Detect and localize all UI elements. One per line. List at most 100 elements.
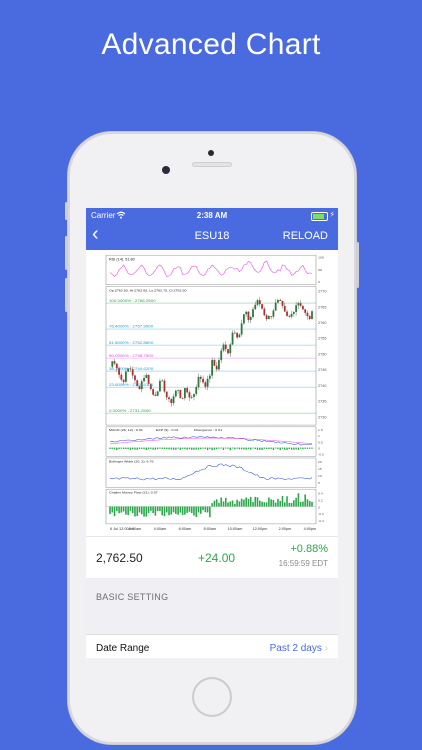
cmf-bar-78 [286, 496, 288, 507]
date-range-row[interactable]: Date Range Past 2 days › [86, 634, 338, 658]
macd-bar-32 [181, 447, 184, 449]
cmf-bar-69 [265, 502, 268, 507]
cmf-bar-34 [186, 506, 188, 513]
cmf-bar-89 [311, 501, 313, 507]
macd-bar-41 [202, 447, 204, 449]
macd-bar-24 [163, 447, 166, 450]
cmf-bar-18 [150, 506, 152, 511]
macd-bar-43 [206, 447, 209, 451]
candle-body-86 [304, 309, 307, 313]
cmf-bar-28 [172, 506, 175, 513]
cmf-bar-54 [231, 500, 234, 507]
rsi-tick-1: 50 [318, 268, 322, 272]
candle-body-25 [165, 391, 168, 398]
settings-section: BASIC SETTING [86, 578, 338, 634]
cmf-bar-80 [290, 503, 293, 507]
battery-icon [311, 212, 328, 221]
candle-body-45 [211, 359, 214, 376]
cmf-bar-32 [181, 506, 184, 515]
macd-bar-7 [125, 447, 127, 450]
cmf-bar-73 [274, 502, 277, 507]
fib-label-4: 38.2000% : 2744.6200 [109, 366, 154, 371]
headline: Advanced Chart [101, 28, 321, 61]
cmf-bar-74 [277, 498, 279, 507]
macd-bar-34 [186, 447, 188, 450]
candle-body-16 [145, 375, 148, 378]
candle-body-7 [124, 371, 127, 382]
macd-tick-0: 1.5 [318, 428, 323, 432]
candle-body-5 [120, 374, 123, 380]
fib-label-3: 50.0000% : 2748.7500 [109, 353, 154, 358]
cmf-tick-1: 0.2 [318, 499, 323, 503]
candle-body-52 [227, 349, 229, 354]
cmf-bar-55 [234, 503, 236, 507]
macd-bar-75 [279, 447, 281, 451]
candle-body-23 [161, 380, 164, 382]
candle-body-74 [277, 300, 279, 303]
mute-switch [65, 202, 68, 220]
cmf-bar-49 [220, 497, 223, 507]
candle-body-34 [186, 388, 189, 393]
cmf-bar-85 [302, 501, 304, 507]
cmf-bar-8 [127, 506, 129, 516]
candle-body-68 [263, 308, 266, 316]
cmf-bar-56 [236, 499, 238, 507]
cmf-tick-2: 0 [318, 505, 320, 509]
fib-label-6: 0.0000% : 2731.2500 [109, 408, 152, 413]
macd-bar-72 [272, 447, 275, 451]
macd-divergence-label: Divergence : 0.01 [194, 428, 222, 432]
navigation-bar: Carrier 2:38 AM ⚡ ‹ ESU18 RELOAD [86, 208, 338, 250]
macd-bar-80 [290, 447, 293, 450]
cmf-bar-17 [147, 506, 150, 514]
macd-bar-31 [179, 447, 182, 450]
candle-body-76 [281, 301, 284, 306]
candle-body-35 [188, 392, 191, 398]
macd-bar-74 [277, 447, 279, 450]
macd-bar-40 [200, 447, 202, 450]
charging-icon: ⚡ [329, 210, 335, 219]
cmf-bar-64 [254, 496, 257, 507]
macd-bar-64 [254, 447, 256, 450]
macd-bar-17 [147, 447, 150, 450]
cmf-bar-6 [122, 506, 125, 512]
cmf-bar-68 [263, 502, 266, 507]
quote-bar: 2,762.50 +24.00 +0.88% 16:59:59 EDT [86, 536, 338, 580]
percent-change: +0.88% [290, 543, 328, 555]
candle-body-36 [190, 396, 193, 398]
macd-bar-30 [177, 447, 179, 449]
x-tick-8: 4:00pm [304, 527, 317, 531]
macd-bar-25 [166, 447, 168, 450]
cmf-bar-47 [215, 499, 218, 507]
macd-bar-14 [141, 447, 143, 449]
cmf-bar-60 [245, 497, 247, 507]
candle-body-62 [249, 317, 252, 320]
home-button[interactable] [192, 677, 232, 717]
macd-bar-69 [265, 447, 268, 449]
cmf-bar-3 [116, 506, 118, 511]
price-ohlc-label: Op:2762.50, Hi:2763.00, Lo:2762.75, Cl:2… [109, 289, 187, 293]
macd-bar-78 [286, 447, 288, 450]
macd-bar-54 [231, 447, 234, 449]
macd-bar-35 [188, 447, 191, 450]
candle-body-27 [170, 399, 173, 404]
candle-body-41 [202, 378, 204, 383]
macd-bar-82 [295, 447, 297, 450]
price-tick-1: 2765 [318, 306, 326, 310]
candle-body-61 [247, 311, 250, 320]
candle-body-55 [233, 332, 236, 334]
advanced-chart[interactable]: RSI (14): 51.80 100 50 0 Op:2762.50, Hi:2763… [86, 250, 338, 536]
cmf-bar-77 [283, 502, 286, 507]
candle-body-85 [302, 305, 304, 310]
macd-bar-39 [197, 447, 200, 450]
macd-bar-73 [274, 447, 277, 449]
macd-bar-22 [159, 447, 161, 449]
macd-bar-12 [136, 447, 138, 450]
reload-button[interactable]: RELOAD [283, 230, 328, 242]
candle-body-2 [113, 361, 116, 364]
chart-canvas[interactable]: RSI (14): 51.80 100500Op:2762.50, Hi:2763… [86, 250, 338, 536]
candle-body-69 [265, 315, 268, 320]
macd-bar-33 [184, 447, 186, 450]
candle-body-56 [236, 332, 239, 338]
macd-bar-65 [256, 447, 259, 450]
candle-body-82 [295, 305, 298, 312]
